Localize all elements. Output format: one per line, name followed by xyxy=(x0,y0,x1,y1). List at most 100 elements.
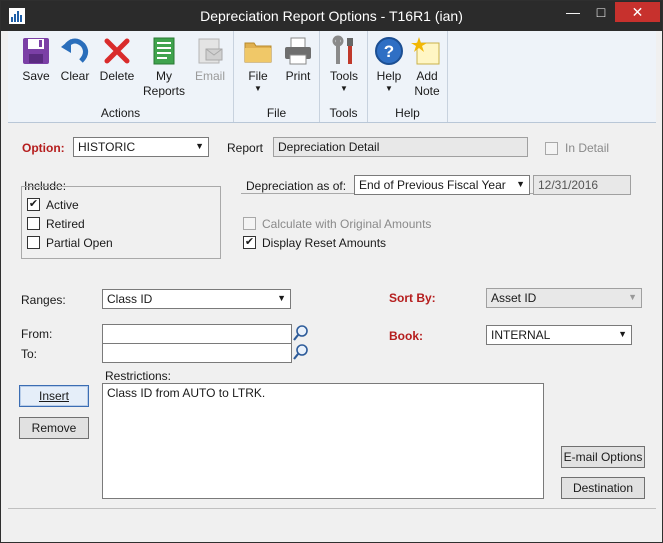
in-detail-checkbox[interactable] xyxy=(545,142,558,155)
book-label: Book: xyxy=(389,329,423,343)
from-label: From: xyxy=(21,327,53,341)
my-reports-label-line1: My xyxy=(156,69,172,83)
insert-label: Insert xyxy=(38,389,69,403)
add-note-label-line1: Add xyxy=(416,69,438,83)
ribbon-group-file: File ▼ Print File xyxy=(234,31,320,122)
ribbon-group-label-help: Help xyxy=(395,106,420,120)
restrictions-label: Restrictions: xyxy=(105,369,172,383)
close-button[interactable]: ✕ xyxy=(615,2,660,22)
help-icon: ? xyxy=(375,37,403,65)
save-button[interactable]: Save xyxy=(14,35,58,84)
to-input[interactable] xyxy=(102,343,292,363)
ranges-label: Ranges: xyxy=(21,293,66,307)
print-label: Print xyxy=(285,69,311,83)
depreciation-as-of-label: Depreciation as of: xyxy=(246,179,347,193)
email-options-label: E-mail Options xyxy=(563,450,643,464)
remove-button[interactable]: Remove xyxy=(19,417,89,439)
svg-text:?: ? xyxy=(384,42,394,61)
display-reset-label: Display Reset Amounts xyxy=(262,236,387,250)
to-lookup-icon[interactable] xyxy=(292,343,310,361)
tools-dropdown-caret-icon: ▼ xyxy=(340,84,348,93)
from-lookup-icon[interactable] xyxy=(292,324,310,342)
delete-label: Delete xyxy=(99,69,135,83)
depreciation-as-of-dropdown[interactable]: End of Previous Fiscal Year ▼ xyxy=(354,175,530,195)
option-dropdown[interactable]: HISTORIC ▼ xyxy=(73,137,209,157)
ranges-dropdown[interactable]: Class ID ▼ xyxy=(102,289,291,309)
report-field: Depreciation Detail xyxy=(273,137,528,157)
report-options-window: Depreciation Report Options - T16R1 (ian… xyxy=(0,0,663,543)
tools-button[interactable]: Tools ▼ xyxy=(324,35,364,93)
restriction-item[interactable]: Class ID from AUTO to LTRK. xyxy=(107,386,265,400)
help-button[interactable]: ? Help ▼ xyxy=(370,35,408,93)
book-dropdown[interactable]: INTERNAL ▼ xyxy=(486,325,632,345)
partial-open-checkbox[interactable] xyxy=(27,236,40,249)
tools-label: Tools xyxy=(329,69,358,83)
ribbon-group-actions: Save Clear Delete My Reports Email Actio… xyxy=(8,31,234,122)
sort-by-label: Sort By: xyxy=(389,291,436,305)
calculate-original-checkbox[interactable] xyxy=(243,217,256,230)
depreciation-date-value: 12/31/2016 xyxy=(538,178,599,192)
email-options-button[interactable]: E-mail Options xyxy=(561,446,645,468)
chevron-down-icon: ▼ xyxy=(628,292,637,302)
my-reports-label-line2: Reports xyxy=(142,84,186,98)
active-checkbox[interactable]: ✔ xyxy=(27,198,40,211)
maximize-button[interactable]: □ xyxy=(587,2,615,22)
in-detail-label: In Detail xyxy=(565,141,610,155)
partial-open-label: Partial Open xyxy=(46,236,113,250)
ribbon-group-tools: Tools ▼ Tools xyxy=(320,31,368,122)
to-label: To: xyxy=(21,347,38,361)
delete-button[interactable]: Delete xyxy=(95,35,139,84)
destination-label: Destination xyxy=(572,481,634,495)
ribbon-group-help: ? Help ▼ Add Note Help xyxy=(368,31,448,122)
ribbon-group-label-actions: Actions xyxy=(100,106,141,120)
chevron-down-icon: ▼ xyxy=(516,179,525,189)
clear-button[interactable]: Clear xyxy=(55,35,95,84)
add-note-icon xyxy=(411,37,440,65)
email-label: Email xyxy=(194,69,225,83)
file-button[interactable]: File ▼ xyxy=(238,35,278,93)
remove-label: Remove xyxy=(31,421,77,435)
sort-by-value: Asset ID xyxy=(491,291,537,305)
chevron-down-icon: ▼ xyxy=(195,141,204,151)
save-icon xyxy=(23,38,49,64)
my-reports-icon xyxy=(153,37,175,65)
depreciation-as-of-value: End of Previous Fiscal Year xyxy=(359,178,506,192)
from-input[interactable] xyxy=(102,324,292,344)
option-label: Option: xyxy=(22,141,65,155)
file-label: File xyxy=(248,69,268,83)
ribbon-toolbar: Save Clear Delete My Reports Email Actio… xyxy=(8,31,656,123)
chevron-down-icon: ▼ xyxy=(618,329,627,339)
printer-icon xyxy=(285,37,311,65)
report-label: Report xyxy=(227,141,264,155)
email-icon xyxy=(198,38,223,64)
tools-icon xyxy=(332,35,353,64)
ribbon-group-label-file: File xyxy=(266,106,287,120)
display-reset-checkbox[interactable]: ✔ xyxy=(243,236,256,249)
my-reports-button[interactable]: My Reports xyxy=(139,35,189,99)
calculate-original-label: Calculate with Original Amounts xyxy=(262,217,432,231)
depreciation-date-field: 12/31/2016 xyxy=(533,175,631,195)
retired-label: Retired xyxy=(46,217,85,231)
ribbon-group-label-tools: Tools xyxy=(329,106,358,120)
clear-icon xyxy=(61,38,89,63)
insert-button[interactable]: Insert xyxy=(19,385,89,407)
email-button[interactable]: Email xyxy=(189,35,231,84)
add-note-button[interactable]: Add Note xyxy=(408,35,446,99)
help-label: Help xyxy=(376,69,402,83)
help-dropdown-caret-icon: ▼ xyxy=(385,84,393,93)
folder-icon xyxy=(244,42,272,63)
title-bar: Depreciation Report Options - T16R1 (ian… xyxy=(1,1,662,31)
status-bar xyxy=(8,508,656,536)
sort-by-dropdown[interactable]: Asset ID ▼ xyxy=(486,288,642,308)
restrictions-list[interactable]: Class ID from AUTO to LTRK. xyxy=(102,383,544,499)
retired-checkbox[interactable] xyxy=(27,217,40,230)
active-label: Active xyxy=(46,198,79,212)
file-dropdown-caret-icon: ▼ xyxy=(254,84,262,93)
add-note-label-line2: Note xyxy=(414,84,440,98)
minimize-button[interactable]: — xyxy=(559,2,587,22)
ranges-value: Class ID xyxy=(107,292,153,306)
print-button[interactable]: Print xyxy=(278,35,318,84)
save-label: Save xyxy=(22,69,50,83)
destination-button[interactable]: Destination xyxy=(561,477,645,499)
book-value: INTERNAL xyxy=(491,328,551,342)
